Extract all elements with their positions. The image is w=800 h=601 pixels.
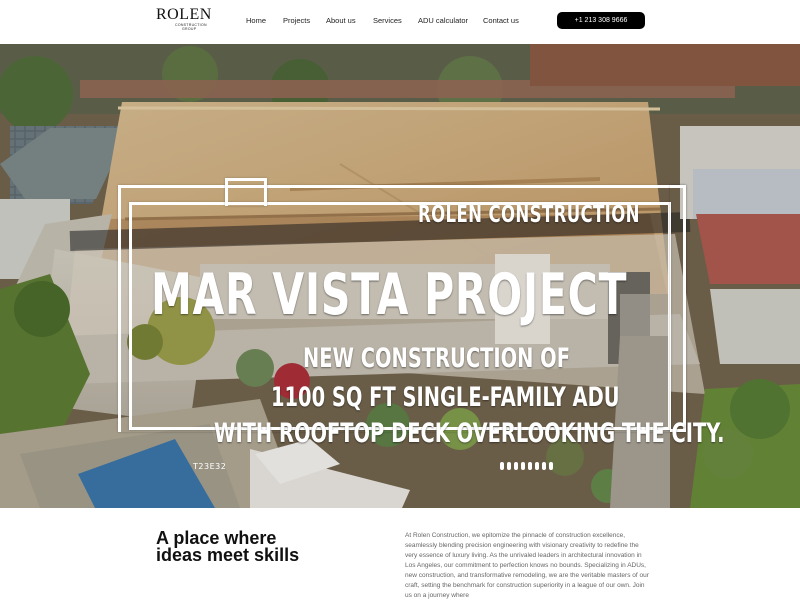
hero-description-line-1: NEW CONSTRUCTION OF (303, 343, 570, 374)
hero-description-line-3: WITH ROOFTOP DECK OVERLOOKING THE CITY. (214, 418, 725, 449)
hero-camera-corner-frame (225, 178, 267, 206)
hero-description-line-2: 1100 SQ FT SINGLE-FAMILY ADU (271, 382, 620, 413)
about-paragraph: At Rolen Construction, we epitomize the … (405, 532, 649, 599)
hero-project-video: ROLEN CONSTRUCTION MAR VISTA PROJECT NEW… (0, 44, 800, 508)
nav-projects-link[interactable]: Projects (283, 16, 310, 26)
nav-services-link[interactable]: Services (373, 16, 402, 26)
nav-adu-calculator-link[interactable]: ADU calculator (418, 16, 468, 26)
phone-call-button[interactable]: +1 213 308 9666 (557, 12, 645, 29)
hero-company-label: ROLEN CONSTRUCTION (418, 202, 640, 228)
nav-about-us-link[interactable]: About us (326, 16, 356, 26)
nav-contact-us-link[interactable]: Contact us (483, 16, 519, 26)
top-navigation: ROLEN CONSTRUCTION GROUP Home Projects A… (0, 0, 800, 44)
about-heading: A place where ideas meet skills (156, 528, 300, 565)
main-menu: Home Projects About us Services ADU calc… (0, 16, 800, 28)
nav-home-link[interactable]: Home (246, 16, 266, 26)
hero-project-title: MAR VISTA PROJECT (151, 262, 628, 328)
hero-outer-frame-right (670, 185, 686, 432)
hero-frame-id: T23E32 (193, 462, 227, 471)
